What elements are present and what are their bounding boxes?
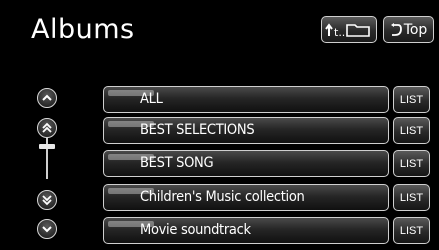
album-row-best-song[interactable]: BEST SONG — [103, 150, 389, 177]
page-title: Albums — [31, 14, 135, 45]
list-button-best-song[interactable]: LIST — [393, 150, 430, 177]
album-row-best-selections[interactable]: BEST SELECTIONS — [103, 117, 389, 144]
album-label: BEST SONG — [140, 155, 214, 171]
list-button-childrens-music[interactable]: LIST — [393, 184, 430, 211]
album-label: Children's Music collection — [140, 189, 305, 205]
album-label: Movie soundtrack — [140, 222, 251, 238]
line-down-button[interactable] — [37, 219, 57, 239]
double-chevron-down-icon — [42, 195, 52, 206]
top-button[interactable]: Top — [383, 16, 434, 43]
album-label: BEST SELECTIONS — [140, 122, 255, 138]
page-down-button[interactable] — [37, 190, 57, 210]
folder-up-icon: t.. — [325, 22, 370, 39]
folder-button-label: t.. — [334, 26, 345, 39]
album-label: ALL — [140, 91, 163, 107]
line-up-button[interactable] — [37, 88, 57, 108]
list-button-all[interactable]: LIST — [393, 86, 430, 113]
list-button-best-selections[interactable]: LIST — [393, 117, 430, 144]
top-button-label: Top — [403, 21, 428, 38]
album-row-all[interactable]: ALL — [103, 86, 389, 113]
page-up-button[interactable] — [37, 118, 57, 138]
albums-screen: Albums t.. Top ALL LIST BEST SELECTIONS … — [0, 0, 439, 250]
double-chevron-up-icon — [42, 122, 52, 133]
list-button-movie-soundtrack[interactable]: LIST — [393, 217, 430, 244]
return-arrow-icon — [390, 22, 402, 36]
chevron-down-icon — [42, 226, 52, 233]
scroll-thumb[interactable] — [39, 144, 55, 149]
chevron-up-icon — [42, 94, 52, 101]
album-row-movie-soundtrack[interactable]: Movie soundtrack — [103, 217, 389, 244]
album-row-childrens-music[interactable]: Children's Music collection — [103, 184, 389, 211]
folder-up-button[interactable]: t.. — [321, 16, 377, 43]
